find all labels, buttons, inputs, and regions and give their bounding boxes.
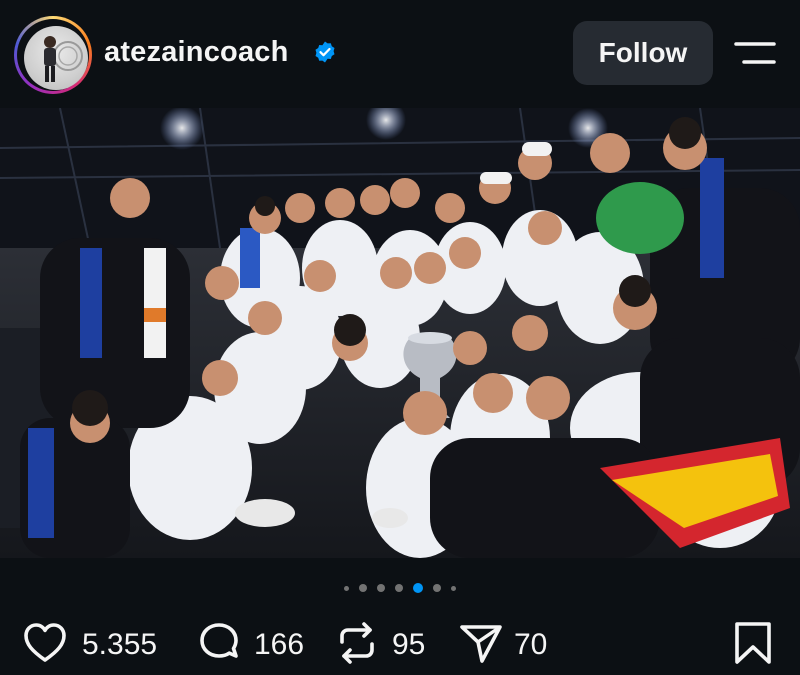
username[interactable]: atezaincoach <box>104 36 289 69</box>
comments-count: 166 <box>254 628 305 661</box>
carousel-indicator <box>0 578 800 598</box>
carousel-dot <box>395 584 403 592</box>
carousel-dot <box>377 584 385 592</box>
likes-count: 5.355 <box>82 628 158 661</box>
follow-button[interactable]: Follow <box>573 21 713 85</box>
carousel-dot <box>433 584 441 592</box>
carousel-dot <box>359 584 367 592</box>
comment-icon[interactable] <box>196 620 242 666</box>
carousel-dot <box>451 585 456 591</box>
bookmark-icon[interactable] <box>730 620 776 666</box>
avatar[interactable] <box>14 16 92 94</box>
profile-photo <box>24 26 88 90</box>
reposts-count: 95 <box>392 628 426 661</box>
share-icon[interactable] <box>458 620 504 666</box>
post-header: atezaincoach Follow <box>0 0 800 108</box>
team-celebration-photo[interactable] <box>0 108 800 558</box>
menu-icon[interactable] <box>734 40 776 68</box>
action-bar: 5.355 166 95 70 <box>0 610 800 670</box>
repost-icon[interactable] <box>334 620 380 666</box>
verified-icon <box>315 41 335 63</box>
heart-icon[interactable] <box>22 620 68 666</box>
carousel-dot <box>344 585 349 591</box>
shares-count: 70 <box>514 628 548 661</box>
carousel-dot <box>413 583 423 593</box>
